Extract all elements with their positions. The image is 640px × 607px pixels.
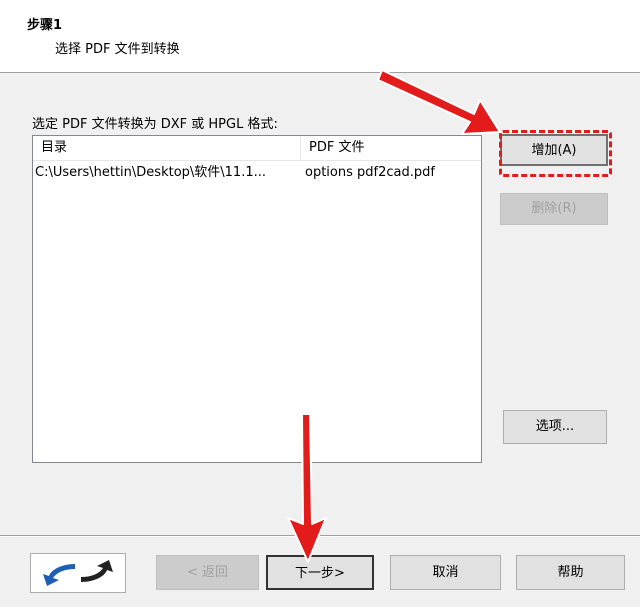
back-button[interactable]: < 返回 (156, 555, 259, 590)
help-button[interactable]: 帮助 (516, 555, 625, 590)
list-item-directory: C:\Users\hettin\Desktop\软件\11.1... (35, 165, 266, 180)
remove-button[interactable]: 删除(R) (500, 193, 608, 225)
annotation-highlight-box (499, 130, 612, 177)
list-item-file: options pdf2cad.pdf (305, 165, 435, 180)
arrow-to-add-icon (377, 69, 501, 135)
next-button[interactable]: 下一步> (266, 555, 374, 590)
cancel-button[interactable]: 取消 (390, 555, 501, 590)
step-description: 选择 PDF 文件到转换 (55, 42, 180, 57)
options-button[interactable]: 选项... (503, 410, 607, 444)
step-title: 步骤1 (27, 18, 63, 33)
column-header-pdf-file[interactable]: PDF 文件 (301, 136, 481, 160)
logo-button[interactable] (30, 553, 126, 593)
file-list-header: 目录 PDF 文件 (33, 136, 481, 161)
column-header-directory[interactable]: 目录 (33, 136, 301, 160)
list-item[interactable]: C:\Users\hettin\Desktop\软件\11.1... optio… (33, 162, 481, 184)
app-logo-icon (43, 560, 113, 586)
wizard-header: 步骤1 选择 PDF 文件到转换 (0, 0, 640, 73)
file-list-caption: 选定 PDF 文件转换为 DXF 或 HPGL 格式: (32, 117, 278, 132)
footer-divider (0, 535, 640, 537)
file-list[interactable]: 目录 PDF 文件 C:\Users\hettin\Desktop\软件\11.… (32, 135, 482, 463)
